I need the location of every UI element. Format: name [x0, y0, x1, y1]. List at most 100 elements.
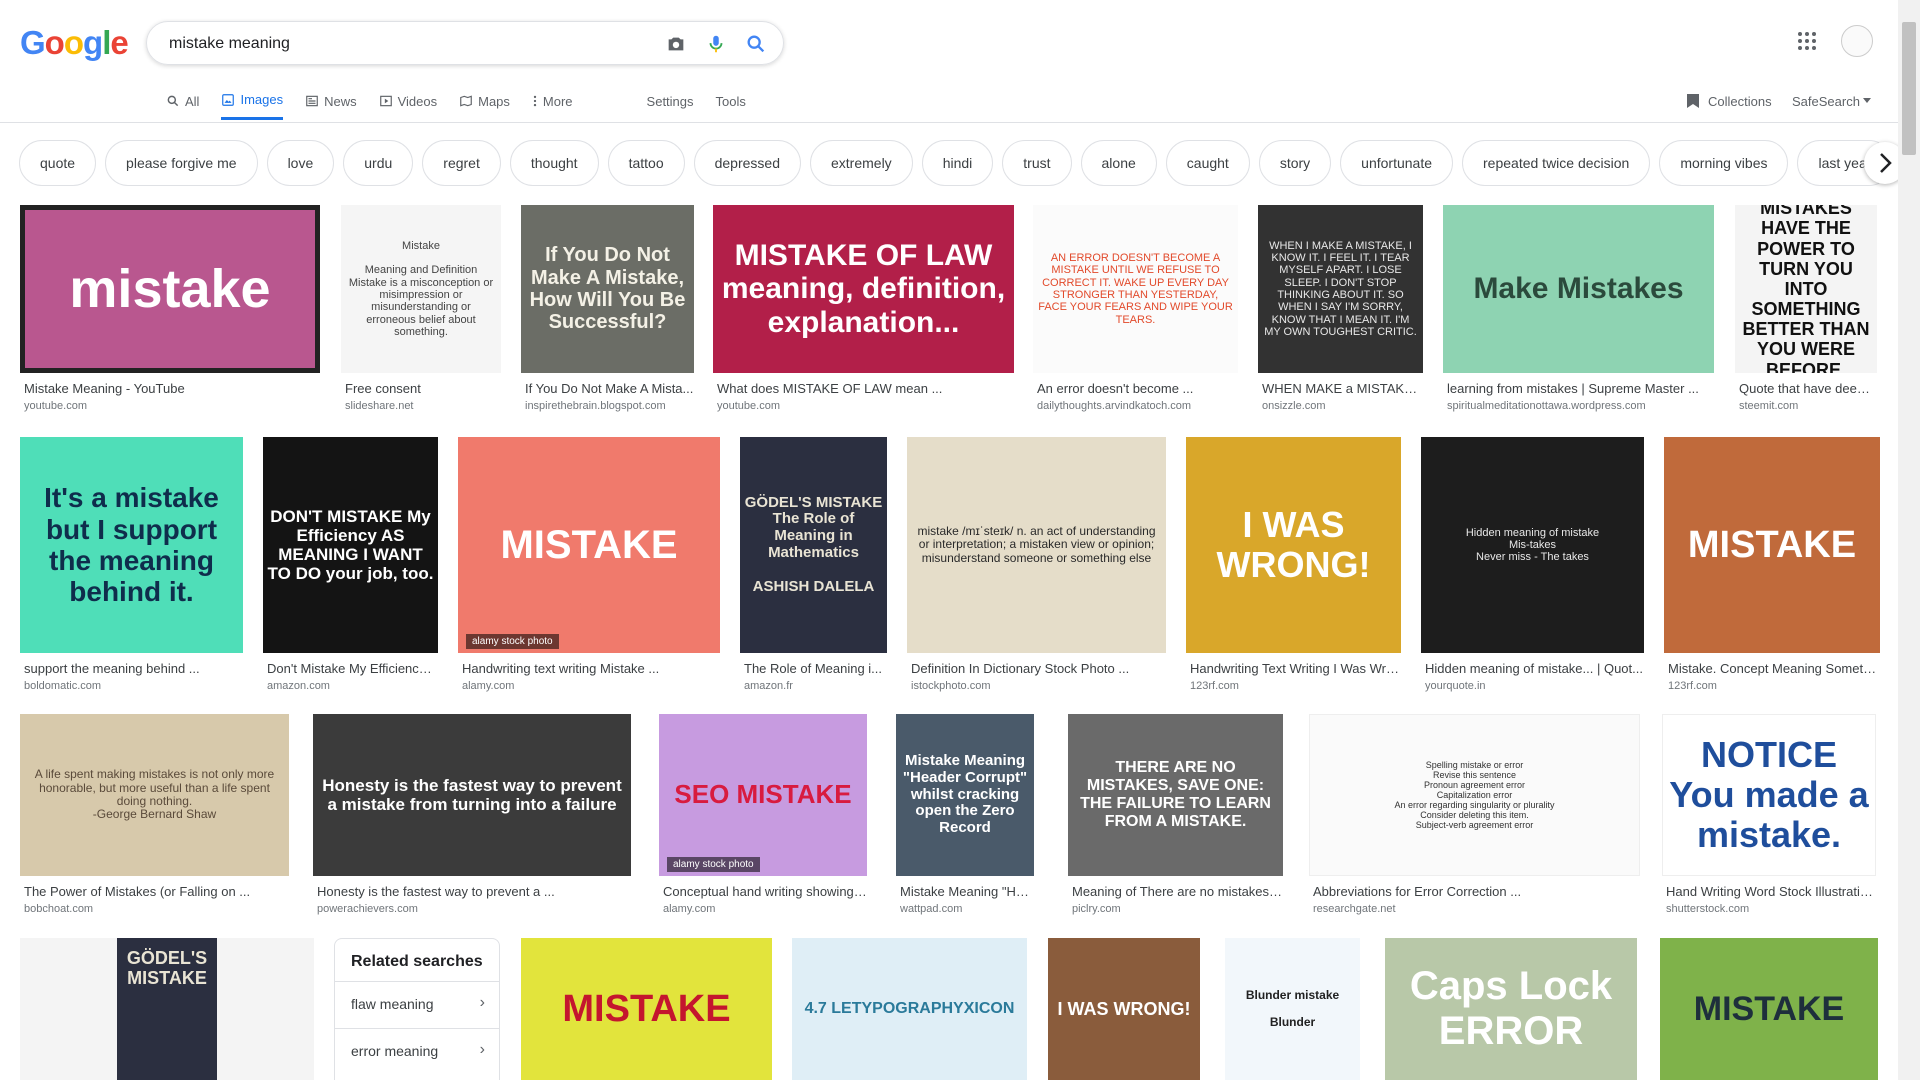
image-result[interactable]: GÖDEL'S MISTAKE — [20, 938, 314, 1080]
result-title[interactable]: An error doesn't become ... — [1037, 381, 1238, 396]
result-title[interactable]: Free consent — [345, 381, 501, 396]
related-search-item[interactable]: flaw meaning › — [335, 981, 499, 1028]
image-result[interactable]: WHEN I MAKE A MISTAKE, I KNOW IT. I FEEL… — [1258, 205, 1423, 421]
image-result[interactable]: mistake Mistake Meaning - YouTube youtube.… — [20, 205, 320, 421]
image-result[interactable]: NOTICE You made a mistake. Hand Writing W… — [1662, 714, 1876, 924]
result-thumbnail[interactable]: Hidden meaning of mistake Mis-takes Neve… — [1421, 437, 1644, 653]
result-title[interactable]: The Role of Meaning i... — [744, 661, 887, 676]
result-thumbnail[interactable]: AN ERROR DOESN'T BECOME A MISTAKE UNTIL … — [1033, 205, 1238, 373]
chip[interactable]: caught — [1165, 140, 1250, 186]
safesearch-menu[interactable]: SafeSearch — [1792, 82, 1871, 120]
image-result[interactable]: I WAS WRONG! Handwriting Text Writing I W… — [1186, 437, 1401, 701]
chip[interactable]: love — [266, 140, 335, 186]
tab-more[interactable]: More — [532, 82, 573, 120]
result-thumbnail[interactable]: I WAS WRONG! — [1186, 437, 1401, 653]
chip[interactable]: hindi — [921, 140, 994, 186]
chip[interactable]: tattoo — [607, 140, 685, 186]
image-result[interactable]: MISTAKE — [1660, 938, 1878, 1080]
result-thumbnail[interactable]: If You Do Not Make A Mistake, How Will Y… — [521, 205, 694, 373]
microphone-icon[interactable] — [705, 33, 727, 55]
result-title[interactable]: Quote that have deep ... — [1739, 381, 1877, 396]
tab-images[interactable]: Images — [221, 82, 284, 120]
result-title[interactable]: learning from mistakes | Supreme Master … — [1447, 381, 1714, 396]
result-thumbnail[interactable]: MISTAKE alamy stock photo — [458, 437, 720, 653]
scrollbar-thumb[interactable] — [1902, 22, 1916, 155]
result-thumbnail[interactable]: Spelling mistake or error Revise this se… — [1309, 714, 1640, 876]
result-title[interactable]: Hand Writing Word Stock Illustratio... — [1666, 884, 1876, 899]
image-result[interactable]: Make Mistakes learning from mistakes | Su… — [1443, 205, 1714, 421]
chip[interactable]: extremely — [810, 140, 913, 186]
image-result[interactable]: Blunder mistake Blunder — [1225, 938, 1360, 1080]
result-title[interactable]: The Power of Mistakes (or Falling on ... — [24, 884, 289, 899]
tab-news[interactable]: News — [305, 82, 357, 120]
result-thumbnail[interactable]: mistake /mɪˈsteɪk/ n. an act of understa… — [907, 437, 1166, 653]
chip[interactable]: repeated twice decision — [1462, 140, 1651, 186]
result-thumbnail[interactable]: mistake — [20, 205, 320, 373]
tab-maps[interactable]: Maps — [459, 82, 510, 120]
image-result[interactable]: MISTAKES HAVE THE POWER TO TURN YOU INTO… — [1735, 205, 1877, 421]
image-result[interactable]: MISTAKE — [521, 938, 772, 1080]
image-result[interactable]: MISTAKE OF LAW meaning, definition, expl… — [713, 205, 1014, 421]
search-input[interactable] — [167, 31, 611, 57]
chip[interactable]: regret — [422, 140, 501, 186]
result-title[interactable]: Definition In Dictionary Stock Photo ... — [911, 661, 1166, 676]
result-title[interactable]: Don't Mistake My Efficiency ... — [267, 661, 438, 676]
image-result[interactable]: Caps Lock ERROR — [1385, 938, 1637, 1080]
image-result[interactable]: MISTAKE alamy stock photo Handwriting text… — [458, 437, 720, 701]
result-title[interactable]: Mistake Meaning - YouTube — [24, 381, 320, 396]
result-title[interactable]: Honesty is the fastest way to prevent a … — [317, 884, 631, 899]
chip[interactable]: thought — [509, 140, 599, 186]
image-result[interactable]: Spelling mistake or error Revise this se… — [1309, 714, 1640, 924]
result-title[interactable]: Handwriting text writing Mistake ... — [462, 661, 720, 676]
result-thumbnail[interactable]: A life spent making mistakes is not only… — [20, 714, 289, 876]
image-result[interactable]: Honesty is the fastest way to prevent a … — [313, 714, 631, 924]
tools-link[interactable]: Tools — [716, 82, 746, 120]
chip[interactable]: please forgive me — [105, 140, 258, 186]
image-result[interactable]: It's a mistake but I support the meaning… — [20, 437, 243, 701]
result-thumbnail[interactable]: NOTICE You made a mistake. — [1662, 714, 1876, 876]
related-search-item[interactable]: error meaning › — [335, 1028, 499, 1075]
result-title[interactable]: Conceptual hand writing showing S... — [663, 884, 867, 899]
tab-all[interactable]: All — [166, 82, 199, 120]
result-title[interactable]: Mistake. Concept Meaning Someth... — [1668, 661, 1880, 676]
image-result[interactable]: THERE ARE NO MISTAKES, SAVE ONE: THE FAI… — [1068, 714, 1283, 924]
result-thumbnail[interactable]: SEO MISTAKE alamy stock photo — [659, 714, 867, 876]
result-thumbnail[interactable]: DON'T MISTAKE My Efficiency AS MEANING I… — [263, 437, 438, 653]
result-thumbnail[interactable]: Make Mistakes — [1443, 205, 1714, 373]
search-icon[interactable] — [745, 33, 767, 55]
settings-link[interactable]: Settings — [647, 82, 694, 120]
result-thumbnail[interactable]: MISTAKE OF LAW meaning, definition, expl… — [713, 205, 1014, 373]
chip[interactable]: quote — [19, 140, 97, 186]
chip[interactable]: alone — [1080, 140, 1157, 186]
image-result[interactable]: AN ERROR DOESN'T BECOME A MISTAKE UNTIL … — [1033, 205, 1238, 421]
result-thumbnail[interactable]: Honesty is the fastest way to prevent a … — [313, 714, 631, 876]
result-thumbnail[interactable]: WHEN I MAKE A MISTAKE, I KNOW IT. I FEEL… — [1258, 205, 1423, 373]
chip[interactable]: morning vibes — [1659, 140, 1789, 186]
result-thumbnail[interactable]: It's a mistake but I support the meaning… — [20, 437, 243, 653]
google-logo[interactable]: Google — [20, 24, 129, 62]
result-thumbnail[interactable]: Mistake Meaning "Header Corrupt" whilst … — [896, 714, 1034, 876]
image-result[interactable]: Mistake Meaning and Definition Mistake i… — [341, 205, 501, 421]
image-result[interactable]: If You Do Not Make A Mistake, How Will Y… — [521, 205, 694, 421]
result-thumbnail[interactable]: GÖDEL'S MISTAKE The Role of Meaning in M… — [740, 437, 887, 653]
image-result[interactable]: MISTAKE Mistake. Concept Meaning Someth..… — [1664, 437, 1880, 701]
result-thumbnail[interactable]: MISTAKE — [1664, 437, 1880, 653]
camera-icon[interactable] — [665, 33, 687, 55]
chip[interactable]: story — [1258, 140, 1332, 186]
result-title[interactable]: What does MISTAKE OF LAW mean ... — [717, 381, 1014, 396]
image-result[interactable]: mistake /mɪˈsteɪk/ n. an act of understa… — [907, 437, 1166, 701]
image-result[interactable]: SEO MISTAKE alamy stock photo Conceptual h… — [659, 714, 867, 924]
chip[interactable]: urdu — [343, 140, 414, 186]
account-avatar[interactable] — [1841, 25, 1873, 57]
result-title[interactable]: Meaning of There are no mistakes, s... — [1072, 884, 1283, 899]
image-result[interactable]: GÖDEL'S MISTAKE The Role of Meaning in M… — [740, 437, 887, 701]
result-title[interactable]: Hidden meaning of mistake... | Quot... — [1425, 661, 1644, 676]
result-title[interactable]: support the meaning behind ... — [24, 661, 243, 676]
apps-grid-icon[interactable] — [1795, 29, 1819, 53]
image-result[interactable]: I WAS WRONG! — [1048, 938, 1200, 1080]
chip[interactable]: unfortunate — [1340, 140, 1454, 186]
result-title[interactable]: WHEN MAKE a MISTAKE... — [1262, 381, 1423, 396]
result-thumbnail[interactable]: MISTAKES HAVE THE POWER TO TURN YOU INTO… — [1735, 205, 1877, 373]
result-thumbnail[interactable]: Mistake Meaning and Definition Mistake i… — [341, 205, 501, 373]
scrollbar[interactable] — [1898, 0, 1920, 1080]
